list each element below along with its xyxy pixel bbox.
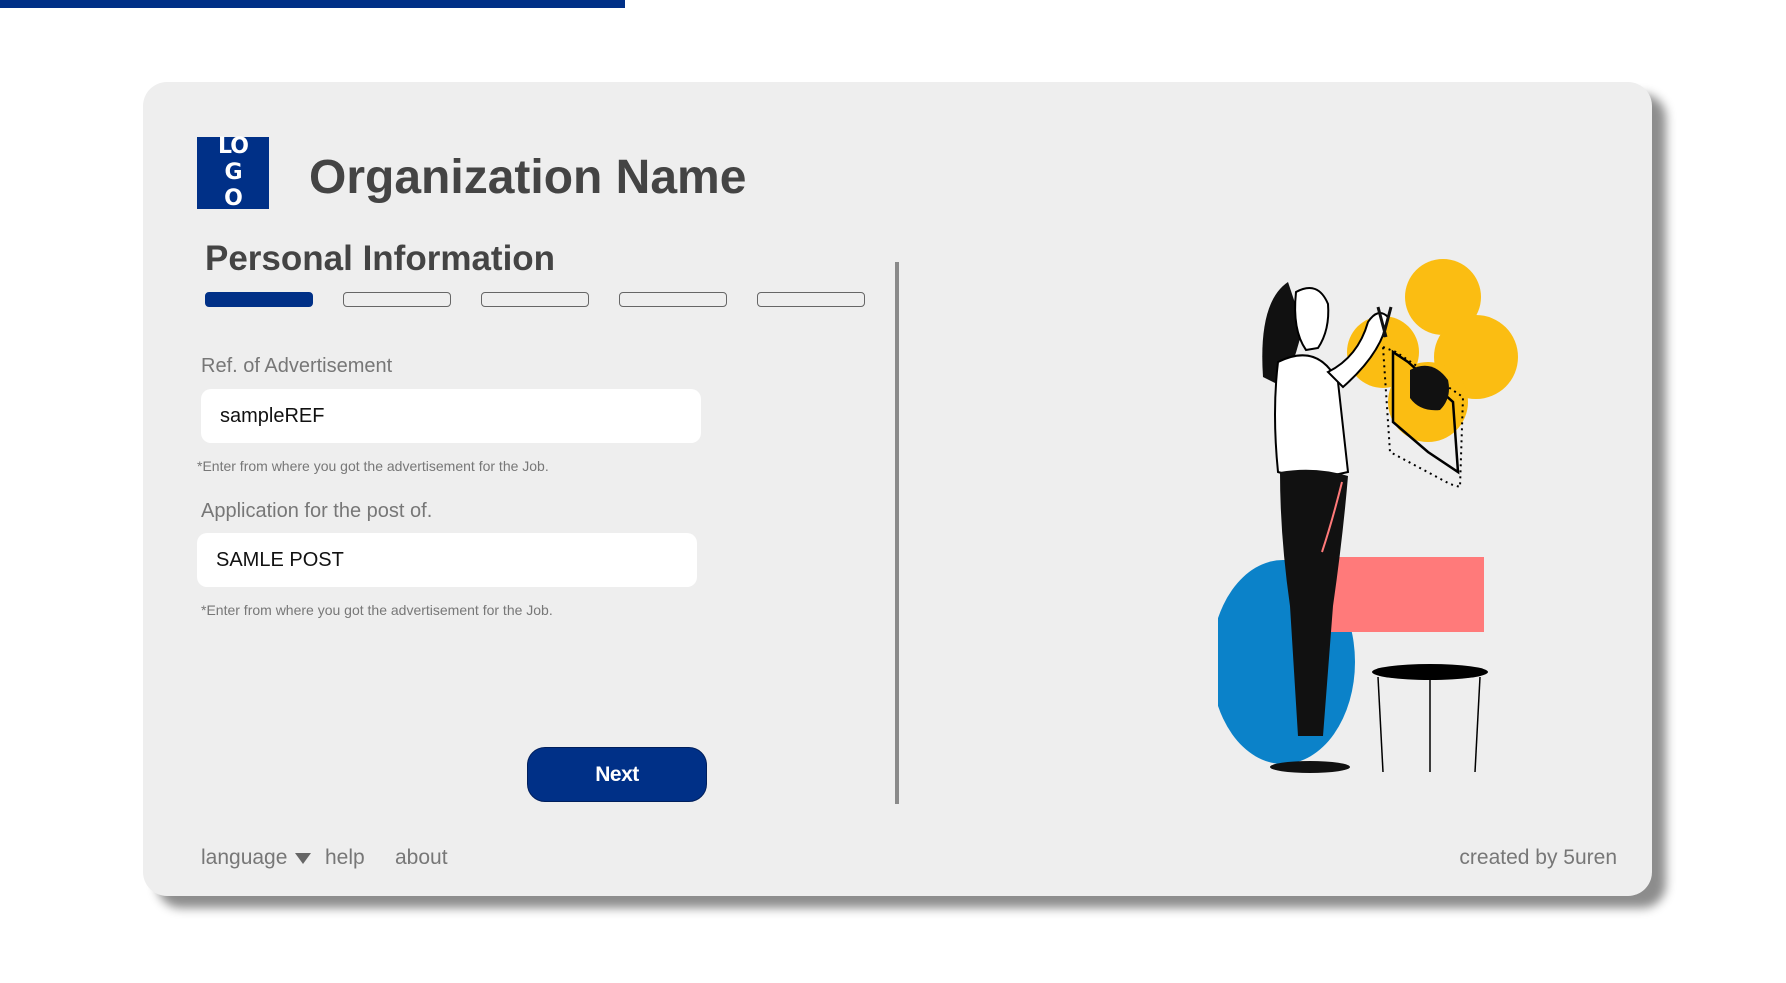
- post-applied-input[interactable]: [197, 533, 697, 587]
- application-card: LO GO Organization Name Personal Informa…: [143, 82, 1652, 896]
- stool-seat: [1372, 664, 1488, 680]
- step-4-indicator[interactable]: [619, 292, 727, 307]
- language-dropdown[interactable]: language: [201, 846, 312, 870]
- ref-advertisement-label: Ref. of Advertisement: [201, 355, 393, 377]
- ref-advertisement-hint: *Enter from where you got the advertisem…: [197, 458, 549, 474]
- next-button[interactable]: Next: [527, 747, 707, 802]
- organization-logo: LO GO: [197, 134, 269, 211]
- woman-head: [1294, 287, 1330, 352]
- stool-leg: [1377, 676, 1384, 773]
- stool-leg: [1474, 676, 1481, 773]
- step-5-indicator[interactable]: [757, 292, 865, 307]
- section-title: Personal Information: [205, 239, 556, 278]
- ref-advertisement-input[interactable]: [201, 389, 701, 443]
- chevron-down-icon: [295, 852, 312, 864]
- woman-shoes: [1270, 761, 1350, 773]
- post-applied-hint: *Enter from where you got the advertisem…: [201, 602, 553, 618]
- post-applied-label: Application for the post of.: [201, 500, 433, 522]
- illustration-svg: [1211, 259, 1518, 773]
- credit-text: created by 5uren: [1459, 846, 1617, 869]
- form-step-indicator: [205, 292, 865, 307]
- step-1-indicator[interactable]: [205, 292, 313, 307]
- step-2-indicator[interactable]: [343, 292, 451, 307]
- about-link[interactable]: about: [395, 846, 448, 870]
- page-progress-bar: [0, 0, 626, 8]
- woman-cutting-hair-in-mirror-illustration: [1211, 252, 1558, 807]
- vertical-divider: [895, 262, 899, 804]
- help-link[interactable]: help: [325, 846, 365, 870]
- step-3-indicator[interactable]: [481, 292, 589, 307]
- organization-name: Organization Name: [309, 151, 747, 204]
